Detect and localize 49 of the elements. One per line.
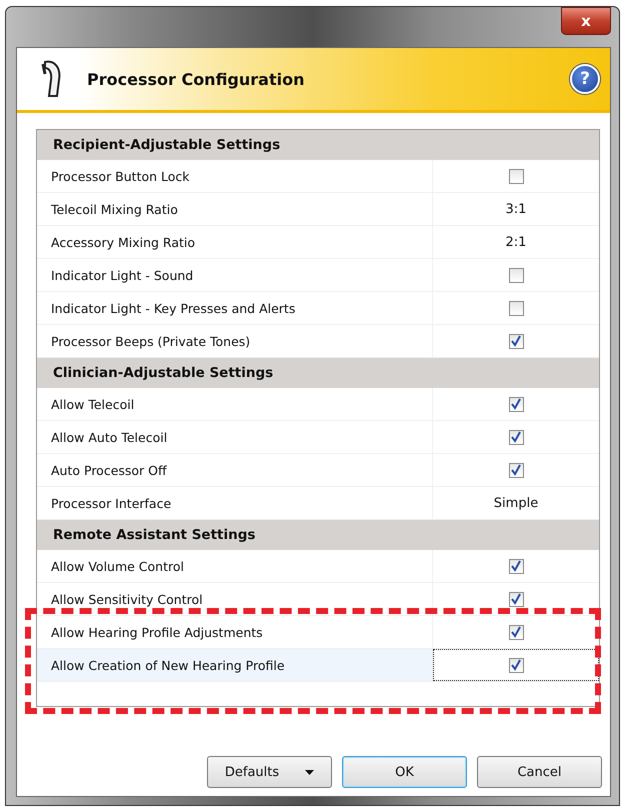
checkbox[interactable] [508,300,524,316]
section-header: Recipient-Adjustable Settings [37,130,599,160]
checkbox[interactable] [508,396,524,412]
section-header: Remote Assistant Settings [37,520,599,550]
setting-label: Accessory Mixing Ratio [37,226,433,258]
caret-icon [305,770,314,774]
dialog-button[interactable]: Cancel [477,756,602,788]
setting-value: Simple [494,496,538,510]
setting-row[interactable]: Allow Volume Control [37,550,599,583]
checkbox[interactable] [508,268,524,282]
checkbox[interactable] [508,168,524,184]
checkbox[interactable] [508,462,524,478]
setting-row[interactable]: Allow Telecoil [37,388,599,421]
checkbox[interactable] [508,624,524,640]
dialog-title: Processor Configuration [87,70,306,88]
setting-row[interactable]: Processor Button Lock [37,160,599,193]
setting-row[interactable]: Indicator Light - Sound [37,259,599,292]
setting-value: 3:1 [506,202,526,216]
help-button[interactable]: ? [570,64,600,94]
setting-row[interactable]: Telecoil Mixing Ratio 3:1 [37,193,599,226]
close-button[interactable]: x [561,7,611,35]
setting-row[interactable]: Allow Sensitivity Control [37,583,599,616]
setting-label: Processor Interface [37,487,433,519]
setting-label: Allow Volume Control [37,550,433,582]
setting-label: Allow Telecoil [37,388,433,420]
setting-row[interactable]: Auto Processor Off [37,454,599,487]
setting-row[interactable]: Allow Creation of New Hearing Profile [37,649,599,682]
setting-row[interactable]: Indicator Light - Key Presses and Alerts [37,292,599,325]
checkbox[interactable] [508,558,524,574]
setting-label: Processor Beeps (Private Tones) [37,325,433,357]
setting-row[interactable]: Allow Auto Telecoil [37,421,599,454]
setting-label: Indicator Light - Sound [37,259,433,291]
setting-label: Allow Sensitivity Control [37,583,433,615]
setting-label: Allow Auto Telecoil [37,421,433,453]
setting-row[interactable]: Accessory Mixing Ratio 2:1 [37,226,599,259]
section-header: Clinician-Adjustable Settings [37,358,599,388]
checkbox[interactable] [508,334,524,348]
dropdown-button[interactable]: Defaults [207,756,332,788]
setting-label: Processor Button Lock [37,160,433,192]
checkbox[interactable] [508,592,524,606]
hearing-device-icon [39,60,63,98]
checkbox[interactable] [508,658,524,672]
setting-value: 2:1 [506,234,526,250]
setting-label: Auto Processor Off [37,454,433,486]
setting-label: Allow Hearing Profile Adjustments [37,616,433,648]
checkbox[interactable] [508,430,524,444]
setting-label: Telecoil Mixing Ratio [37,193,433,225]
dialog-button[interactable]: OK [342,756,467,788]
setting-label: Indicator Light - Key Presses and Alerts [37,292,433,324]
